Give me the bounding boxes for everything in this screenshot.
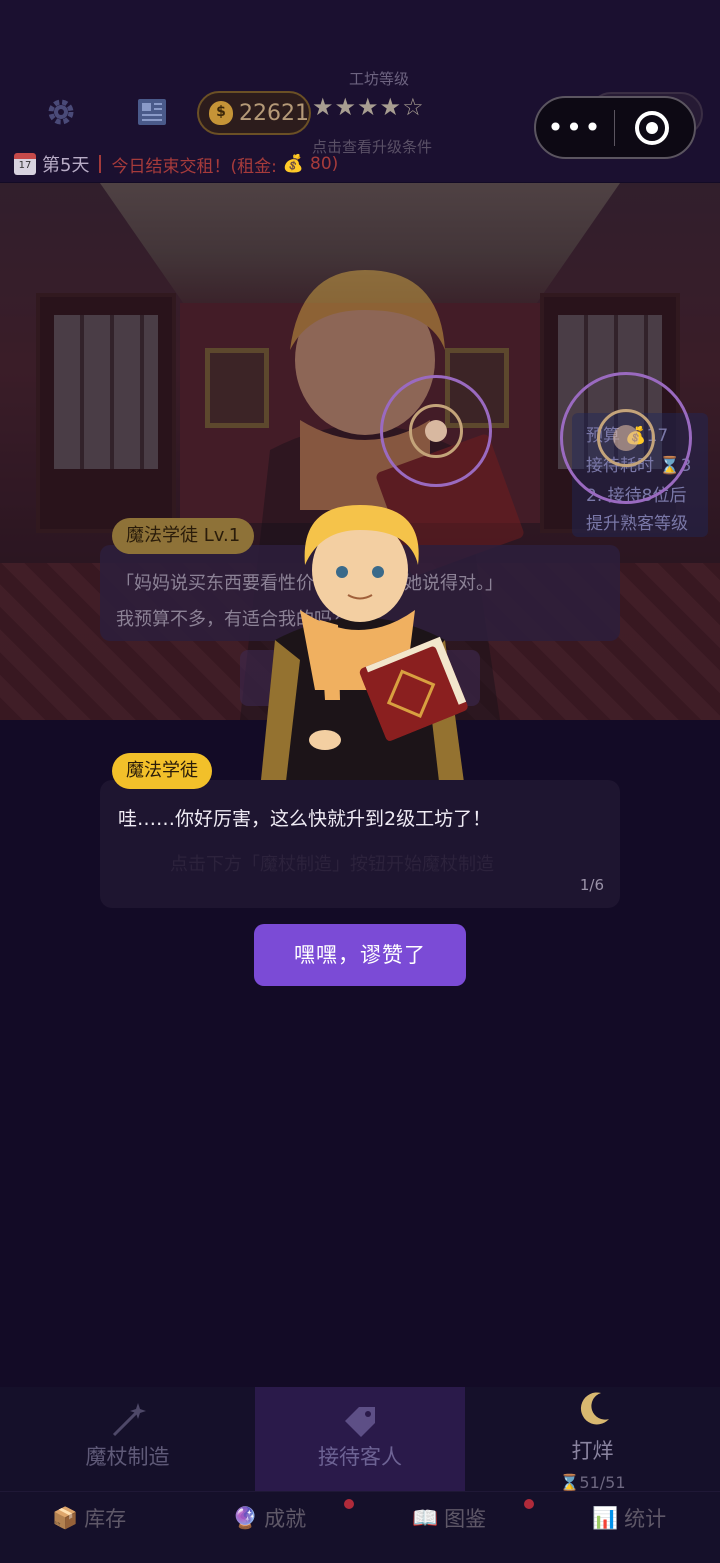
day-counter: 第5天 xyxy=(42,155,90,176)
speaker-name-tag: 魔法学徒 xyxy=(112,753,212,789)
crystal-ball-icon: 🔮 xyxy=(232,1505,259,1530)
more-options-icon[interactable]: ••• xyxy=(536,113,614,141)
status-divider xyxy=(99,155,102,173)
rent-amount: 80) xyxy=(310,154,339,174)
chart-icon: 📊 xyxy=(592,1505,619,1530)
magic-wand-icon xyxy=(112,1403,146,1437)
gear-icon[interactable] xyxy=(44,95,78,129)
nav-tab-label: 接待客人 xyxy=(318,1445,402,1469)
capsule-divider xyxy=(614,109,615,146)
nav-inventory[interactable]: 📦 库存 xyxy=(52,1503,126,1533)
miniprogram-capsule: ••• xyxy=(534,96,696,159)
nav-sub-label: 图鉴 xyxy=(444,1507,487,1531)
nav-sub-label: 统计 xyxy=(624,1507,667,1531)
nav-sub-label: 成就 xyxy=(264,1507,307,1531)
workshop-level-stars[interactable]: ★★★★☆ xyxy=(312,93,425,121)
dialog-box[interactable]: 哇……你好厉害，这么快就升到2级工坊了！ 点击下方「魔杖制造」按钮开始魔杖制造 … xyxy=(100,780,620,908)
secondary-nav-bar: 📦 库存 🔮 成就 📖 图鉴 📊 统计 xyxy=(0,1491,720,1563)
nav-sub-label: 库存 xyxy=(84,1507,127,1531)
tutorial-highlight-ring[interactable] xyxy=(560,372,692,504)
nav-tab-label: 魔杖制造 xyxy=(85,1445,170,1469)
money-bag-icon: 💰 xyxy=(282,154,304,174)
top-bar: 22621 工坊等级 ★★★★☆ 点击查看升级条件 0 ••• 第5天 今日结束… xyxy=(0,0,720,182)
coin-value: 22621 xyxy=(239,100,309,126)
dialog-faint-text: 点击下方「魔杖制造」按钮开始魔杖制造 xyxy=(170,854,494,875)
nav-tab-label: 打烊 xyxy=(571,1439,614,1463)
tag-icon xyxy=(345,1407,375,1437)
achievements-badge-dot xyxy=(344,1499,354,1509)
moon-icon xyxy=(580,1392,609,1425)
dialog-text: 哇……你好厉害，这么快就升到2级工坊了！ xyxy=(118,808,492,830)
nav-achievements[interactable]: 🔮 成就 xyxy=(232,1503,306,1533)
close-miniprogram-icon[interactable] xyxy=(635,110,669,145)
package-icon: 📦 xyxy=(52,1505,79,1530)
codex-badge-dot xyxy=(524,1499,534,1509)
money-bag-icon xyxy=(209,101,233,125)
rent-warning: 今日结束交租！(租金: xyxy=(111,156,277,177)
day-status-row: 第5天 今日结束交租！(租金: 💰 80) xyxy=(14,151,338,177)
nav-tab-receive-guests[interactable]: 接待客人 xyxy=(255,1387,465,1491)
nav-tab-wand-crafting[interactable]: 魔杖制造 xyxy=(0,1387,255,1491)
calendar-icon xyxy=(14,153,36,175)
newspaper-icon[interactable] xyxy=(137,98,167,126)
main-nav-bar: 魔杖制造 接待客人 打烊 ⌛51/51 xyxy=(0,1387,720,1492)
book-icon: 📖 xyxy=(412,1505,439,1530)
stamina-counter: ⌛51/51 xyxy=(559,1473,626,1492)
coin-balance[interactable]: 22621 xyxy=(197,91,311,135)
workshop-level-title: 工坊等级 xyxy=(348,70,409,88)
tutorial-highlight-ring[interactable] xyxy=(380,375,492,487)
dialog-page-indicator: 1/6 xyxy=(579,876,604,894)
nav-statistics[interactable]: 📊 统计 xyxy=(592,1503,666,1533)
dialog-continue-button[interactable]: 嘿嘿，谬赞了 xyxy=(254,924,466,986)
nav-codex[interactable]: 📖 图鉴 xyxy=(412,1503,486,1533)
regular-level-label: 提升熟客等级 xyxy=(586,514,688,534)
apprentice-character-art xyxy=(260,505,468,790)
nav-tab-close-shop[interactable]: 打烊 ⌛51/51 xyxy=(465,1387,720,1492)
